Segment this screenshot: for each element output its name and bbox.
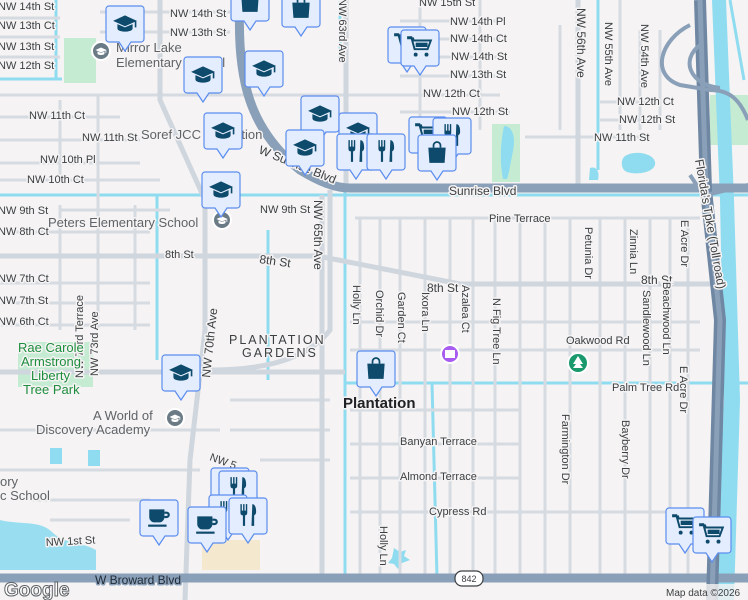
street-label: Ixora Ln <box>419 292 431 332</box>
street-label: Oakwood Rd <box>566 335 630 347</box>
street-label: NW 9th St <box>260 204 310 216</box>
park-label[interactable]: Armstrong <box>20 353 83 371</box>
street-label: NW 14th St <box>170 8 226 20</box>
street-label: Palm Tree Rd <box>612 382 679 394</box>
street-label: NW 14th Pl <box>450 16 506 28</box>
street-label: Bayberry Dr <box>619 420 631 479</box>
street-label: NW 12th Ct <box>617 96 674 108</box>
street-label: NW 7th Ct <box>0 273 49 285</box>
school-poi-icon[interactable] <box>91 41 111 61</box>
street-label: NW 13th St <box>0 41 54 53</box>
street-label: NW 9th St <box>0 205 48 217</box>
place-label-soref-jcc[interactable]: Soref JCC Plantation <box>140 126 264 144</box>
street-label: Pine Terrace <box>489 213 551 225</box>
street-label: NW 55th Ave <box>602 22 614 86</box>
street-label: Cypress Rd <box>429 506 486 518</box>
city-label: Plantation <box>343 395 416 412</box>
park-label[interactable]: Tree Park <box>22 381 82 399</box>
street-label: Sandlewood Ln <box>640 290 652 366</box>
street-label: NW 11th St <box>82 132 137 144</box>
map-svg[interactable]: NW 14th St NW 13th Ct NW 13th St NW 12th… <box>0 0 748 600</box>
street-label: Almond Terrace <box>400 471 477 483</box>
street-label: Farmington Dr <box>559 414 571 485</box>
street-label: NW 10th Ct <box>27 174 84 186</box>
street-label: NW 73rd Ave <box>89 311 101 376</box>
street-label: NW 12th St <box>619 114 675 126</box>
route-842-shield: 842 <box>454 570 484 587</box>
street-label: Banyan Terrace <box>400 436 477 448</box>
street-label: NW 11th St <box>594 132 649 144</box>
neighborhood-label: GARDENS <box>242 346 318 360</box>
street-label: NW 15th St <box>419 0 475 9</box>
street-label: Holly Ln <box>350 285 362 325</box>
street-label: NW 14th St <box>0 1 54 13</box>
map-attribution[interactable]: Map data ©2026 <box>666 588 741 599</box>
shopping-bag-icon <box>292 0 310 18</box>
park-label[interactable]: Liberty <box>30 367 73 385</box>
street-label: W Broward Blvd <box>95 573 181 587</box>
park-label[interactable]: Rae Carole <box>17 339 86 357</box>
street-label: Petunia Dr <box>582 227 594 279</box>
place-label-school[interactable]: c School <box>0 487 51 505</box>
street-label: NW 54th Ave <box>638 24 650 88</box>
street-label: NW 14th St <box>451 51 507 63</box>
street-label: NW 65th Ave <box>311 200 325 270</box>
street-label: NW 6th Ct <box>0 316 49 328</box>
park-tree-poi-icon[interactable] <box>567 352 589 374</box>
street-label: N Fig Tree Ln <box>490 298 502 365</box>
street-label: 8th St <box>165 249 194 261</box>
street-label: NW 12th St <box>0 60 54 72</box>
shopping-bag-icon <box>241 0 259 12</box>
street-label: NW 7th St <box>0 295 48 307</box>
street-label: NW 14th Ct <box>450 33 507 45</box>
street-label: Garden Ct <box>395 292 407 343</box>
school-poi-icon[interactable] <box>165 408 185 428</box>
street-label: Beachwood Ln <box>660 282 672 355</box>
street-label: Holly Ln <box>377 526 389 566</box>
place-label-peters-elementary[interactable]: Peters Elementary School <box>47 214 200 232</box>
street-label: NW 12th St <box>452 106 508 118</box>
street-label: NW 12th Ct <box>423 88 480 100</box>
street-label: NW 10th Pl <box>40 154 96 166</box>
street-label: Azalea Ct <box>459 285 471 333</box>
street-label: NW 63rd Ave <box>336 0 348 63</box>
place-label-school[interactable]: ory <box>0 473 20 491</box>
street-label: NW 56th Ave <box>574 8 588 78</box>
neighborhood-label: PLANTATION <box>229 333 326 347</box>
map-canvas[interactable]: NW 14th St NW 13th Ct NW 13th St NW 12th… <box>0 0 748 600</box>
street-label: NW 11th Ct <box>29 110 85 122</box>
street-label: Sunrise Blvd <box>449 184 516 198</box>
place-label-world-of-discovery[interactable]: Discovery Academy <box>35 421 153 439</box>
street-label: NW 13th St <box>450 69 506 81</box>
street-label: E Acre Dr <box>677 366 689 413</box>
street-label: E Acre Dr <box>678 220 690 267</box>
street-label: Zinnia Ln <box>627 229 639 274</box>
street-label: NW 13th Ct <box>0 20 55 32</box>
route-shield-label: 842 <box>461 574 476 584</box>
street-label: NW 8th Ct <box>0 226 49 238</box>
place-label-world-of-discovery[interactable]: A World of <box>92 407 155 425</box>
google-logo[interactable]: Google <box>4 580 70 600</box>
museum-poi-icon[interactable] <box>440 344 460 364</box>
street-label: Orchid Dr <box>373 290 385 337</box>
street-label: NW 13th St <box>170 27 226 39</box>
